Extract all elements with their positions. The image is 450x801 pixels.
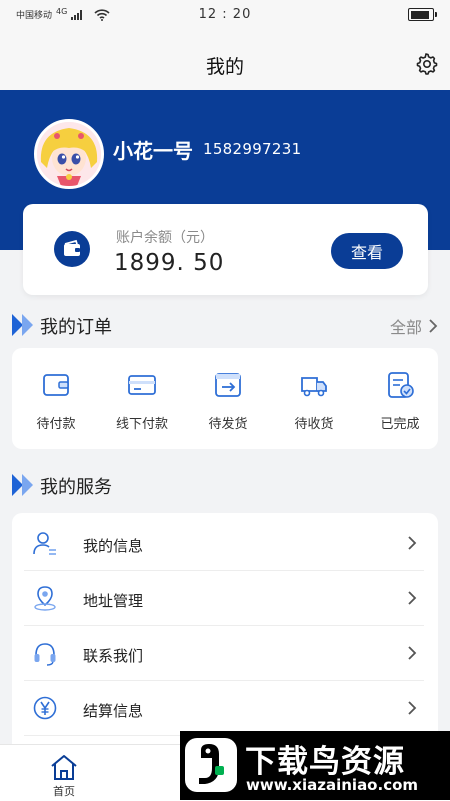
order-label: 线下付款 [115,417,168,432]
watermark-logo [185,738,237,792]
watermark-url: www.xiazainiao.com [246,776,419,794]
service-label: 地址管理 [83,592,144,610]
service-my-info[interactable]: 我的信息 [12,516,438,571]
gear-icon[interactable] [414,52,438,76]
truck-icon [301,377,327,397]
order-label: 待付款 [36,417,76,432]
status-time: 12 : 20 [198,7,252,22]
section-arrow-icon [12,474,33,496]
user-phone: 1582997231 [203,140,302,158]
see-all-label: 全部 [389,318,422,337]
battery-icon [408,8,437,21]
orders-title: 我的订单 [40,317,112,338]
orders-card: 待付款 线下付款 待发货 待收货 已完成 [12,348,438,449]
headset-icon [34,643,56,666]
balance-card: 账户余额（元） 1899. 50 查看 [23,204,428,295]
wallet-badge [54,231,90,267]
see-all-orders-link[interactable]: 全部 [390,314,438,338]
avatar[interactable] [34,119,104,189]
view-balance-button[interactable]: 查看 [331,233,403,269]
order-completed[interactable]: 已完成 [357,348,443,449]
chevron-right-icon [408,591,417,605]
user-name: 小花一号 [113,139,193,163]
service-contact[interactable]: 联系我们 [12,626,438,681]
wallet-icon [43,374,69,396]
order-pending-receipt[interactable]: 待收货 [271,348,357,449]
card-icon [128,375,156,395]
page-title: 我的 [205,56,244,78]
balance-value: 1899. 50 [114,250,225,276]
tab-home[interactable]: 首页 [40,751,88,799]
checklist-icon [388,372,414,398]
service-label: 我的信息 [83,537,144,555]
services-header: 我的服务 [12,470,438,500]
anime-avatar-image [37,122,101,186]
location-pin-icon [34,586,56,611]
order-label: 待收货 [294,417,334,432]
status-bar: 中国移动 4G 12 : 20 [0,0,450,30]
wallet-icon [64,239,80,256]
service-label: 结算信息 [83,702,144,720]
service-settlement[interactable]: 结算信息 [12,681,438,736]
services-title: 我的服务 [40,477,112,498]
home-icon [51,755,77,780]
chevron-right-icon [408,646,417,660]
watermark: 下载鸟资源 www.xiazainiao.com [180,731,450,800]
service-address[interactable]: 地址管理 [12,571,438,626]
order-label: 待发货 [208,417,248,432]
watermark-title: 下载鸟资源 [245,744,405,780]
order-pending-shipment[interactable]: 待发货 [185,348,271,449]
chevron-right-icon [408,536,417,550]
tab-home-label: 首页 [53,785,75,798]
order-offline-payment[interactable]: 线下付款 [99,348,185,449]
order-pending-payment[interactable]: 待付款 [13,348,99,449]
chevron-right-icon [429,319,438,333]
services-card: 我的信息 地址管理 联系我们 结算信息 [12,513,438,745]
box-arrow-icon [215,373,241,397]
chevron-right-icon [408,701,417,715]
service-label: 联系我们 [83,647,144,665]
balance-label: 账户余额（元） [116,230,214,246]
nav-bar: 我的 [0,30,450,90]
orders-header: 我的订单 全部 [12,310,438,340]
yen-icon [33,696,57,720]
order-label: 已完成 [380,417,420,432]
user-icon [33,532,56,555]
section-arrow-icon [12,314,33,336]
